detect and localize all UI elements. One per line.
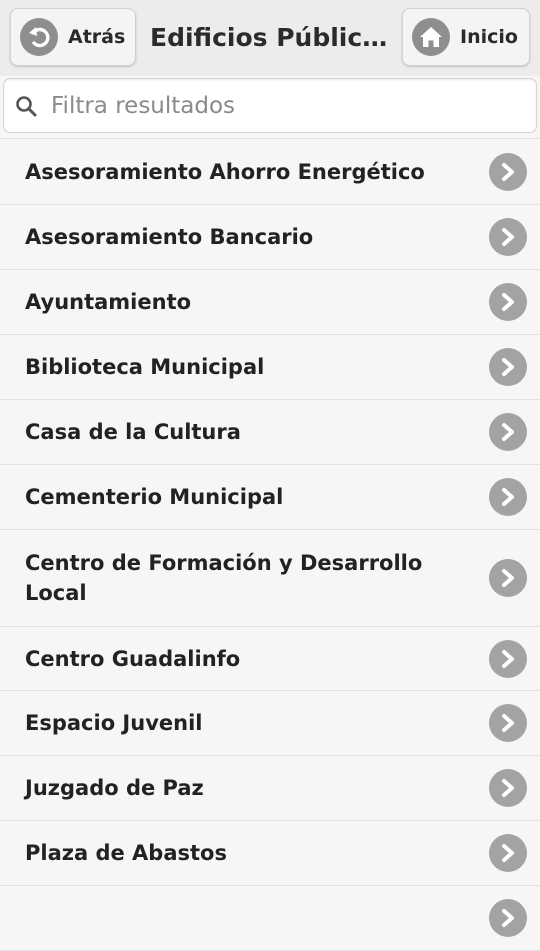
list-item[interactable]: Biblioteca Municipal [0,335,540,400]
list-item-label: Asesoramiento Ahorro Energético [25,159,425,184]
header-bar: Atrás Edificios Públicos Inicio [0,0,540,76]
list-item-label: Casa de la Cultura [25,420,241,444]
list-item[interactable]: Asesoramiento Bancario [0,205,540,270]
chevron-right-icon [489,834,527,872]
chevron-right-icon [489,769,527,807]
back-button-label: Atrás [68,26,126,48]
list-item[interactable]: Asesoramiento Ahorro Energético [0,139,540,205]
list-item[interactable]: Cementerio Municipal [0,465,540,530]
results-list: Asesoramiento Ahorro Energético Asesoram… [0,138,540,951]
list-item-label: Ayuntamiento [25,290,192,314]
list-item[interactable]: Ayuntamiento [0,270,540,335]
list-item[interactable]: Centro Guadalinfo [0,627,540,691]
chevron-right-icon [489,218,527,256]
chevron-right-icon [489,283,527,321]
list-item-label: Espacio Juvenil [25,711,203,735]
list-item[interactable]: Juzgado de Paz [0,756,540,821]
list-item[interactable]: Espacio Juvenil [0,691,540,756]
chevron-right-icon [489,478,527,516]
chevron-right-icon [489,348,527,386]
back-button[interactable]: Atrás [10,8,136,66]
list-item-label: Asesoramiento Bancario [25,225,314,249]
home-icon [412,18,450,56]
chevron-right-icon [489,704,527,742]
list-item-label: Plaza de Abastos [25,841,227,865]
search-bar [3,78,537,133]
search-input[interactable] [49,91,523,120]
list-item[interactable] [0,886,540,951]
list-item[interactable]: Casa de la Cultura [0,400,540,465]
list-item[interactable]: Plaza de Abastos [0,821,540,886]
home-button[interactable]: Inicio [402,8,530,66]
search-icon [13,93,39,119]
chevron-right-icon [489,152,527,191]
home-button-label: Inicio [460,26,518,48]
list-item-label: Juzgado de Paz [25,776,204,800]
list-item[interactable]: Centro de Formación y Desarrollo Local [0,530,540,627]
list-item-label: Biblioteca Municipal [25,355,265,379]
chevron-right-icon [489,639,527,678]
chevron-right-icon [489,413,527,451]
arrow-back-icon [20,18,58,56]
page-title: Edificios Públicos [150,23,390,52]
chevron-right-icon [489,899,527,937]
list-item-label: Centro Guadalinfo [25,646,241,671]
list-item-label: Centro de Formación y Desarrollo Local [25,551,423,605]
list-item-label: Cementerio Municipal [25,485,284,509]
chevron-right-icon [489,559,527,597]
